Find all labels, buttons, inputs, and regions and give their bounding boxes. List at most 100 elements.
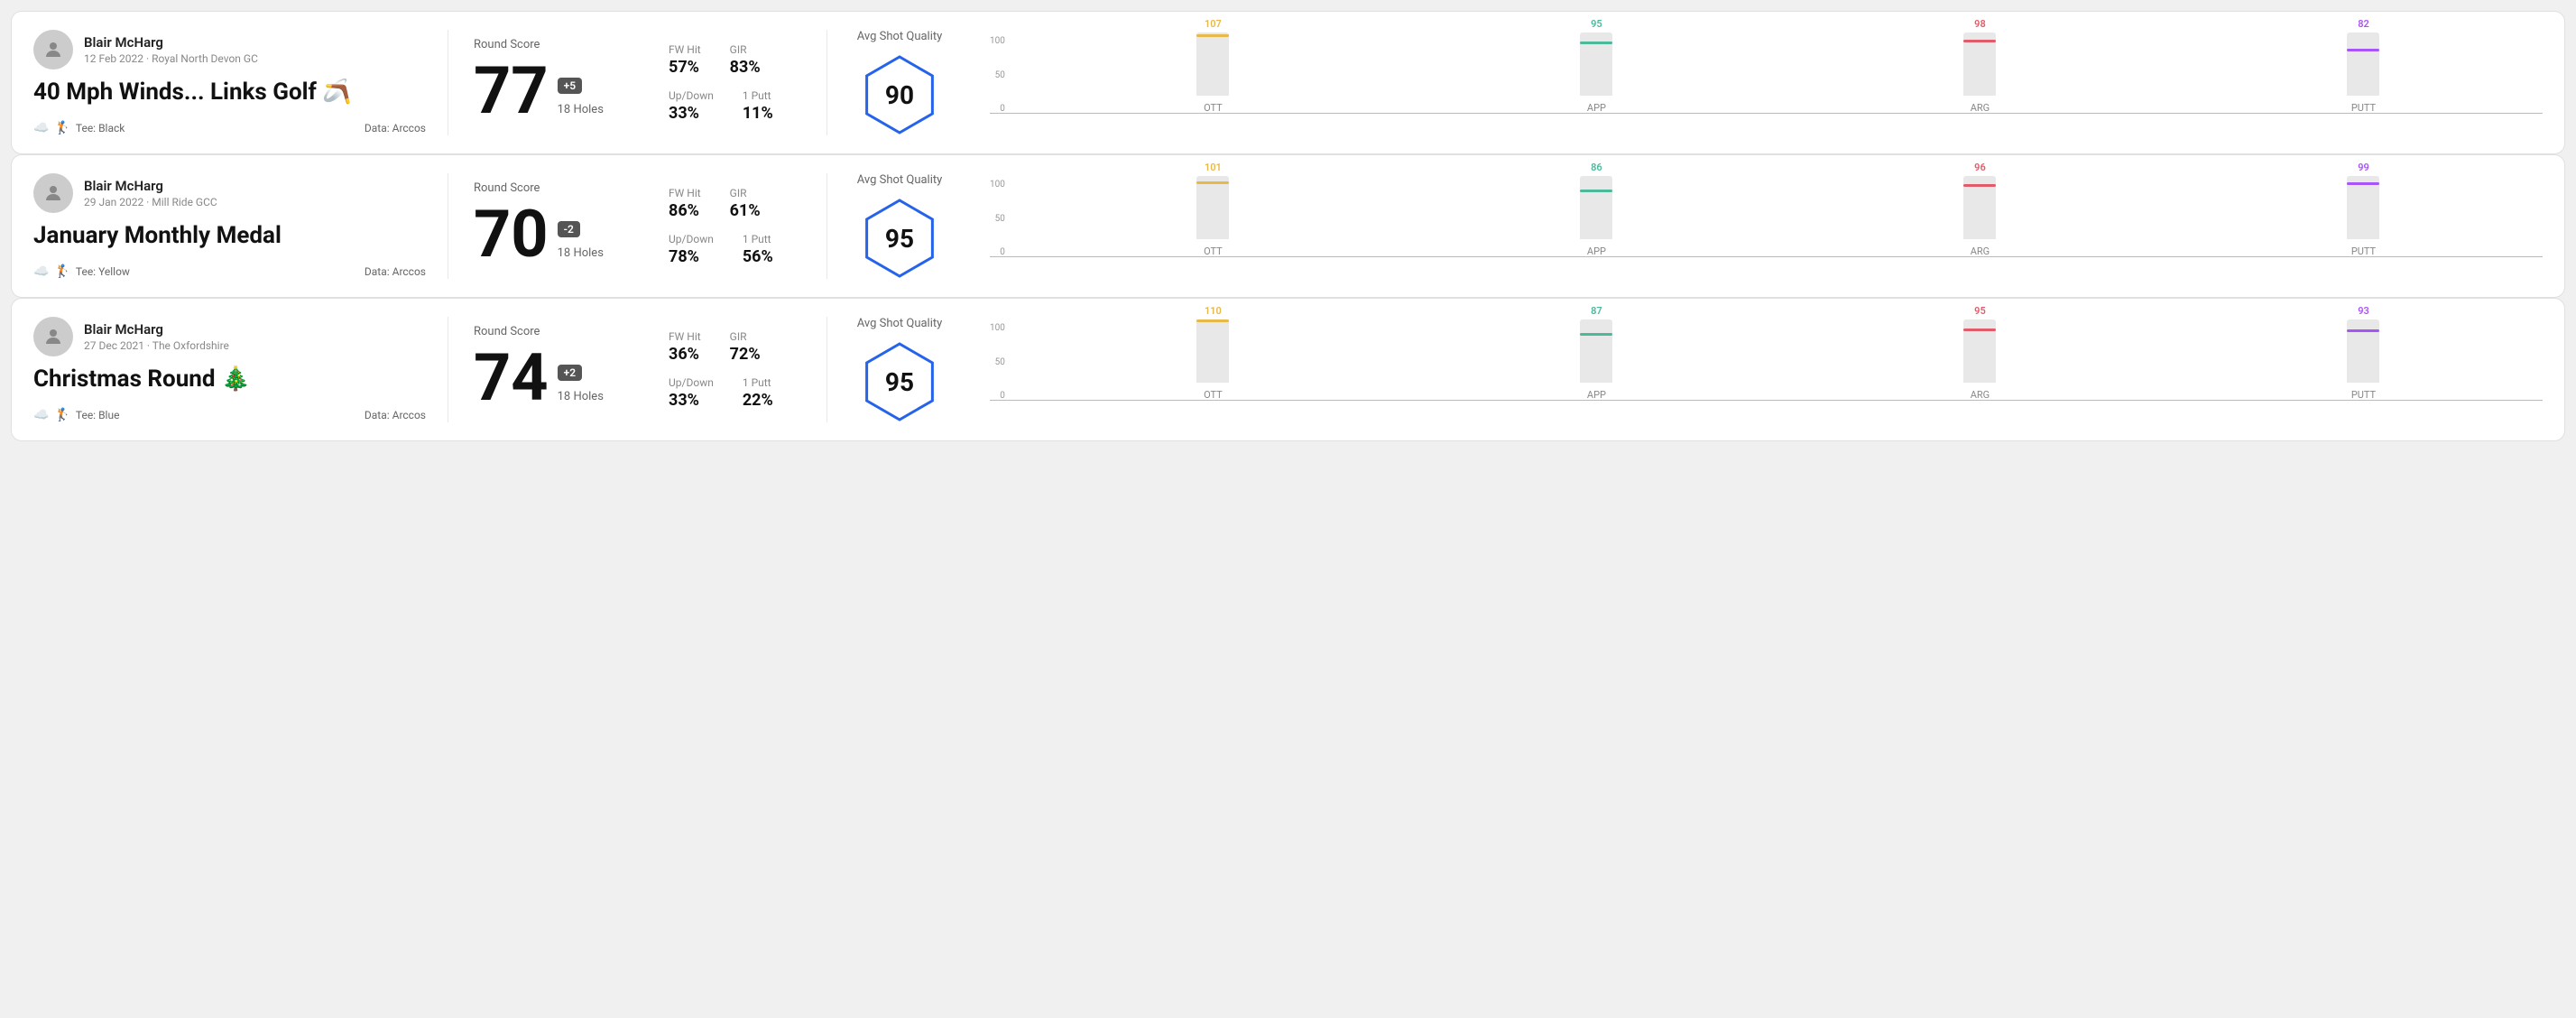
bar-wrapper: [1196, 176, 1229, 239]
stats-row-top: FW Hit 36% GIR 72%: [669, 330, 805, 364]
score-row: 77 +5 18 Holes: [474, 59, 622, 124]
user-date: 27 Dec 2021 · The Oxfordshire: [84, 339, 229, 352]
cloud-icon: ☁️: [33, 264, 49, 279]
user-header: Blair McHarg 27 Dec 2021 · The Oxfordshi…: [33, 317, 426, 356]
gir-value: 72%: [730, 345, 761, 364]
avg-quality-label: Avg Shot Quality: [857, 30, 943, 43]
gir-label: GIR: [730, 330, 761, 343]
avatar: [33, 173, 73, 213]
bar-group-app: 87 APP: [1417, 305, 1776, 401]
oneputt-stat: 1 Putt 11%: [743, 89, 773, 123]
holes-label: 18 Holes: [558, 390, 604, 403]
avg-quality-label: Avg Shot Quality: [857, 317, 943, 330]
fw-hit-value: 57%: [669, 58, 701, 77]
holes-label: 18 Holes: [558, 103, 604, 116]
tee-info: ☁️ 🏌️ Tee: Yellow: [33, 264, 130, 279]
fw-hit-stat: FW Hit 86%: [669, 187, 701, 220]
data-source: Data: Arccos: [365, 122, 426, 134]
hexagon-container: 90: [859, 54, 940, 135]
updown-stat: Up/Down 33%: [669, 89, 714, 123]
bar-group-app: 95 APP: [1417, 18, 1776, 114]
quality-section: Avg Shot Quality 90: [827, 30, 972, 135]
user-date: 12 Feb 2022 · Royal North Devon GC: [84, 52, 258, 65]
score-badge: -2: [558, 221, 580, 237]
round-card: Blair McHarg 29 Jan 2022 · Mill Ride GCC…: [11, 154, 2565, 298]
stats-row-bottom: Up/Down 33% 1 Putt 22%: [669, 376, 805, 410]
user-info: Blair McHarg 29 Jan 2022 · Mill Ride GCC: [84, 178, 217, 208]
gir-label: GIR: [730, 43, 761, 56]
cloud-icon: ☁️: [33, 408, 49, 422]
bar-group-putt: 82 PUTT: [2184, 18, 2543, 114]
left-section: Blair McHarg 12 Feb 2022 · Royal North D…: [33, 30, 448, 135]
round-score-label: Round Score: [474, 181, 622, 195]
oneputt-stat: 1 Putt 22%: [743, 376, 773, 410]
stats-section: FW Hit 57% GIR 83% Up/Down 33% 1 Putt 11…: [647, 30, 827, 135]
bar-value: 93: [2358, 305, 2369, 317]
bar-wrapper: [1196, 319, 1229, 383]
updown-value: 33%: [669, 391, 714, 410]
score-badge: +5: [558, 78, 582, 94]
round-card: Blair McHarg 12 Feb 2022 · Royal North D…: [11, 11, 2565, 154]
updown-label: Up/Down: [669, 89, 714, 102]
big-score: 77: [474, 59, 549, 124]
bar-value: 82: [2358, 18, 2369, 30]
fw-hit-stat: FW Hit 57%: [669, 43, 701, 77]
score-section: Round Score 70 -2 18 Holes: [448, 173, 647, 279]
round-score-label: Round Score: [474, 38, 622, 51]
user-name: Blair McHarg: [84, 321, 229, 338]
bar-wrapper: [1963, 319, 1996, 383]
bar-value: 107: [1205, 18, 1222, 30]
updown-stat: Up/Down 33%: [669, 376, 714, 410]
oneputt-label: 1 Putt: [743, 233, 773, 245]
updown-label: Up/Down: [669, 376, 714, 389]
hex-score: 90: [885, 80, 914, 110]
bar-wrapper: [2347, 176, 2379, 239]
updown-value: 33%: [669, 104, 714, 123]
bar-value: 86: [1591, 162, 1602, 173]
bar-wrapper: [1963, 176, 1996, 239]
y-axis-labels: 100500: [990, 36, 1005, 114]
user-info: Blair McHarg 27 Dec 2021 · The Oxfordshi…: [84, 321, 229, 352]
oneputt-stat: 1 Putt 56%: [743, 233, 773, 266]
gir-stat: GIR 61%: [730, 187, 761, 220]
bar-value: 96: [1974, 162, 1986, 173]
bar-value: 110: [1205, 305, 1222, 317]
oneputt-value: 22%: [743, 391, 773, 410]
bar-value: 99: [2358, 162, 2369, 173]
user-name: Blair McHarg: [84, 34, 258, 51]
bar-wrapper: [1580, 176, 1612, 239]
hex-score: 95: [885, 224, 914, 254]
bar-value: 95: [1591, 18, 1602, 30]
score-section: Round Score 77 +5 18 Holes: [448, 30, 647, 135]
tee-label: Tee: Yellow: [76, 265, 130, 278]
hex-score: 95: [885, 367, 914, 397]
bar-value: 87: [1591, 305, 1602, 317]
fw-hit-stat: FW Hit 36%: [669, 330, 701, 364]
stats-section: FW Hit 36% GIR 72% Up/Down 33% 1 Putt 22…: [647, 317, 827, 422]
bar-group-arg: 96 ARG: [1801, 162, 2159, 257]
hexagon-container: 95: [859, 198, 940, 279]
avg-quality-label: Avg Shot Quality: [857, 173, 943, 187]
left-section: Blair McHarg 27 Dec 2021 · The Oxfordshi…: [33, 317, 448, 422]
data-source: Data: Arccos: [365, 265, 426, 278]
bar-wrapper: [1963, 32, 1996, 96]
tee-label: Tee: Black: [76, 122, 125, 134]
bar-group-ott: 101 OTT: [1034, 162, 1392, 257]
gir-value: 61%: [730, 201, 761, 220]
updown-value: 78%: [669, 247, 714, 266]
bar-group-app: 86 APP: [1417, 162, 1776, 257]
tee-label: Tee: Blue: [76, 409, 120, 421]
y-axis-labels: 100500: [990, 180, 1005, 257]
bar-value: 101: [1205, 162, 1222, 173]
score-row: 70 -2 18 Holes: [474, 202, 622, 267]
quality-section: Avg Shot Quality 95: [827, 317, 972, 422]
avatar: [33, 317, 73, 356]
fw-hit-label: FW Hit: [669, 43, 701, 56]
bar-wrapper: [1580, 32, 1612, 96]
quality-section: Avg Shot Quality 95: [827, 173, 972, 279]
round-card: Blair McHarg 27 Dec 2021 · The Oxfordshi…: [11, 298, 2565, 441]
bar-group-arg: 95 ARG: [1801, 305, 2159, 401]
round-title: 40 Mph Winds... Links Golf 🪃: [33, 79, 426, 106]
bar-value: 95: [1974, 305, 1986, 317]
score-section: Round Score 74 +2 18 Holes: [448, 317, 647, 422]
